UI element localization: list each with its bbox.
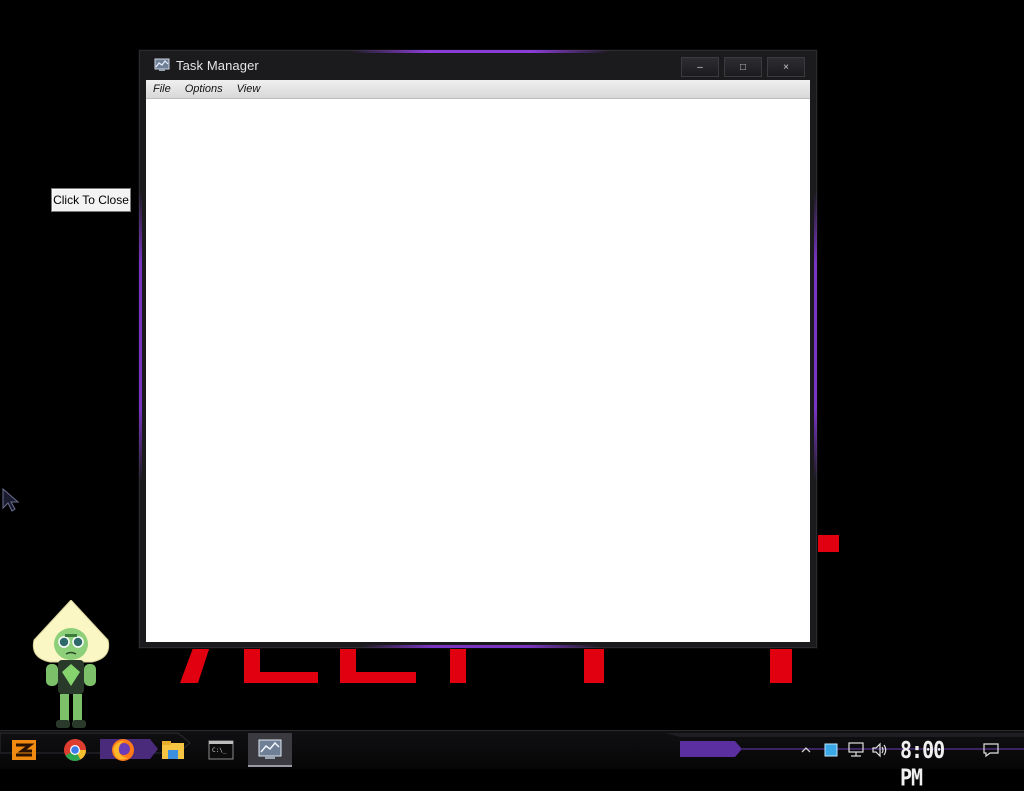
close-icon: × (783, 61, 789, 73)
maximize-icon: □ (739, 61, 747, 73)
show-hidden-icons-button[interactable] (796, 735, 816, 765)
taskbar-file-explorer[interactable] (157, 735, 189, 765)
peridot-mascot-image (32, 600, 110, 728)
window-client-area (146, 99, 810, 642)
network-icon (848, 742, 864, 757)
click-to-close-button[interactable]: Click To Close (51, 188, 131, 212)
task-manager-window[interactable]: Task Manager – □ × File Options View (139, 50, 817, 648)
start-button-icon (12, 740, 36, 760)
window-title: Task Manager (176, 58, 259, 73)
maximize-button[interactable]: □ (724, 57, 762, 77)
close-button[interactable]: × (767, 57, 805, 77)
mouse-pointer-icon (2, 488, 20, 512)
taskbar-chrome[interactable] (59, 735, 91, 765)
tray-app-button[interactable] (820, 735, 842, 765)
volume-button[interactable] (869, 735, 891, 765)
firefox-icon (112, 739, 134, 761)
chevron-up-icon (801, 747, 811, 753)
window-glow-bottom (360, 645, 600, 648)
start-button[interactable] (8, 735, 40, 765)
notifications-button[interactable] (978, 735, 1004, 765)
menu-view[interactable]: View (230, 80, 268, 98)
app-tray-icon (824, 743, 838, 757)
svg-text:C:\_: C:\_ (212, 747, 227, 754)
taskbar-task-manager[interactable] (248, 733, 292, 767)
volume-icon (872, 742, 887, 758)
window-glow-left (139, 191, 142, 481)
taskbar-clock[interactable]: 8:00 PM (900, 736, 962, 791)
file-explorer-icon (162, 741, 184, 759)
window-glow-right (814, 191, 817, 481)
minimize-icon: – (697, 61, 703, 73)
command-prompt-icon: C:\_ (208, 740, 234, 760)
notifications-icon (983, 743, 999, 758)
task-manager-app-icon (154, 58, 170, 71)
menu-bar: File Options View (146, 80, 810, 99)
menu-file[interactable]: File (146, 80, 178, 98)
window-titlebar[interactable]: Task Manager – □ × (140, 51, 816, 80)
menu-options[interactable]: Options (178, 80, 230, 98)
network-button[interactable] (845, 735, 867, 765)
taskbar: C:\_ (0, 730, 1024, 769)
taskbar-firefox[interactable] (107, 735, 139, 765)
chrome-icon (64, 739, 86, 761)
taskbar-command-prompt[interactable]: C:\_ (205, 735, 237, 765)
task-manager-icon (258, 739, 282, 759)
minimize-button[interactable]: – (681, 57, 719, 77)
